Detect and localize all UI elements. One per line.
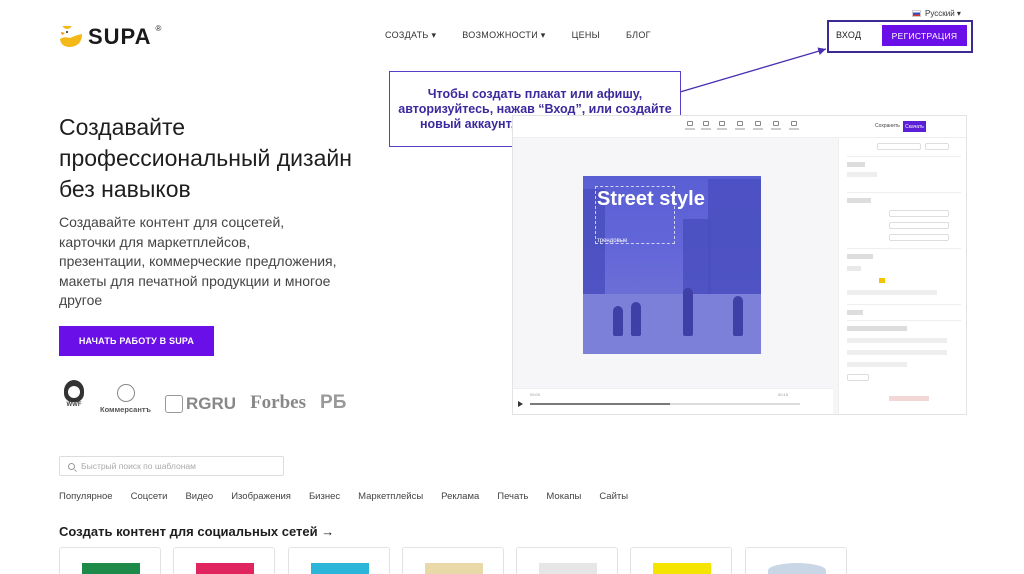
timeline-progress: [530, 403, 670, 405]
main-nav: СОЗДАТЬ ▾ ВОЗМОЖНОСТИ ▾ ЦЕНЫ БЛОГ: [385, 30, 651, 41]
duck-logo-icon: [60, 26, 82, 47]
category-mockups[interactable]: Мокапы: [546, 491, 581, 502]
language-label: Русский ▾: [925, 9, 961, 18]
editor-toolbar: Сохранить Скачать: [513, 116, 966, 138]
tool-image-icon: [699, 121, 713, 133]
register-button[interactable]: РЕГИСТРАЦИЯ: [882, 25, 967, 46]
template-card[interactable]: [516, 547, 618, 574]
template-card[interactable]: [745, 547, 847, 574]
tool-element-icon: [733, 121, 747, 133]
russia-flag-icon: [912, 10, 921, 17]
canvas-caption: трендовые: [597, 238, 628, 244]
nav-item-prices[interactable]: ЦЕНЫ: [572, 30, 600, 41]
registered-mark: ®: [155, 23, 162, 33]
template-card[interactable]: [402, 547, 504, 574]
template-search[interactable]: [59, 456, 284, 476]
template-card[interactable]: [630, 547, 732, 574]
category-print[interactable]: Печать: [497, 491, 528, 502]
rbc-logo: РБ: [320, 392, 347, 413]
search-icon: [68, 462, 75, 470]
nav-item-features[interactable]: ВОЗМОЖНОСТИ ▾: [462, 30, 545, 41]
forbes-logo: Forbes: [250, 392, 307, 413]
kommersant-text: Коммерсантъ: [100, 405, 152, 414]
logo[interactable]: SUPA ®: [58, 24, 161, 50]
editor-save-label: Сохранить: [875, 123, 900, 129]
wwf-text: WWF: [66, 402, 82, 408]
template-thumbnail: [653, 563, 711, 574]
hero-title: Создавайте профессиональный дизайн без н…: [59, 114, 352, 202]
template-card[interactable]: [288, 547, 390, 574]
hero-subtitle: Создавайте контент для соцсетей, карточк…: [59, 214, 337, 308]
editor-timeline: 00:00 00:15: [513, 388, 833, 414]
logo-text: SUPA: [88, 24, 152, 49]
nav-item-create[interactable]: СОЗДАТЬ ▾: [385, 30, 436, 41]
language-selector[interactable]: Русский ▾: [912, 9, 961, 18]
tool-text-icon: [683, 121, 697, 133]
category-tabs: Популярное Соцсети Видео Изображения Биз…: [59, 491, 628, 502]
tool-more-icon: [787, 121, 801, 133]
category-marketplaces[interactable]: Маркетплейсы: [358, 491, 423, 502]
canvas-title: Street style: [597, 188, 705, 210]
category-popular[interactable]: Популярное: [59, 491, 113, 502]
template-card[interactable]: [59, 547, 161, 574]
template-thumbnail: [768, 563, 826, 574]
category-images[interactable]: Изображения: [231, 491, 291, 502]
partner-logos: WWF Коммерсантъ RGRU Forbes РБ: [62, 380, 346, 414]
template-thumbnail: [425, 563, 483, 574]
category-ads[interactable]: Реклама: [441, 491, 479, 502]
category-sites[interactable]: Сайты: [599, 491, 628, 502]
start-work-button[interactable]: НАЧАТЬ РАБОТУ В SUPA: [59, 326, 214, 356]
login-link[interactable]: ВХОД: [836, 30, 861, 40]
section-title[interactable]: Создать контент для социальных сетей →: [59, 524, 334, 539]
template-thumbnail: [196, 563, 254, 574]
nav-item-blog[interactable]: БЛОГ: [626, 30, 651, 41]
template-thumbnail: [311, 563, 369, 574]
rgru-text: RGRU: [186, 394, 237, 413]
template-card[interactable]: [173, 547, 275, 574]
search-input[interactable]: [81, 461, 271, 471]
template-thumbnail: [539, 563, 597, 574]
tool-audio-icon: [769, 121, 783, 133]
category-business[interactable]: Бизнес: [309, 491, 340, 502]
category-video[interactable]: Видео: [185, 491, 213, 502]
kommersant-emblem-icon: [116, 384, 135, 402]
category-social[interactable]: Соцсети: [131, 491, 168, 502]
eagle-emblem-icon: [165, 395, 184, 413]
kommersant-logo: Коммерсантъ: [100, 384, 151, 414]
rgru-logo: RGRU: [165, 394, 236, 414]
editor-properties-panel: [838, 138, 966, 414]
tool-video-icon: [751, 121, 765, 133]
wwf-logo: WWF: [62, 380, 86, 414]
editor-download-button: Скачать: [903, 121, 926, 132]
editor-preview: Сохранить Скачать Street style трендовые…: [512, 115, 967, 415]
play-icon: [518, 401, 523, 407]
template-thumbnail: [82, 563, 140, 574]
tool-shape-icon: [715, 121, 729, 133]
panda-icon: [64, 380, 84, 402]
design-canvas: Street style трендовые: [583, 176, 761, 354]
